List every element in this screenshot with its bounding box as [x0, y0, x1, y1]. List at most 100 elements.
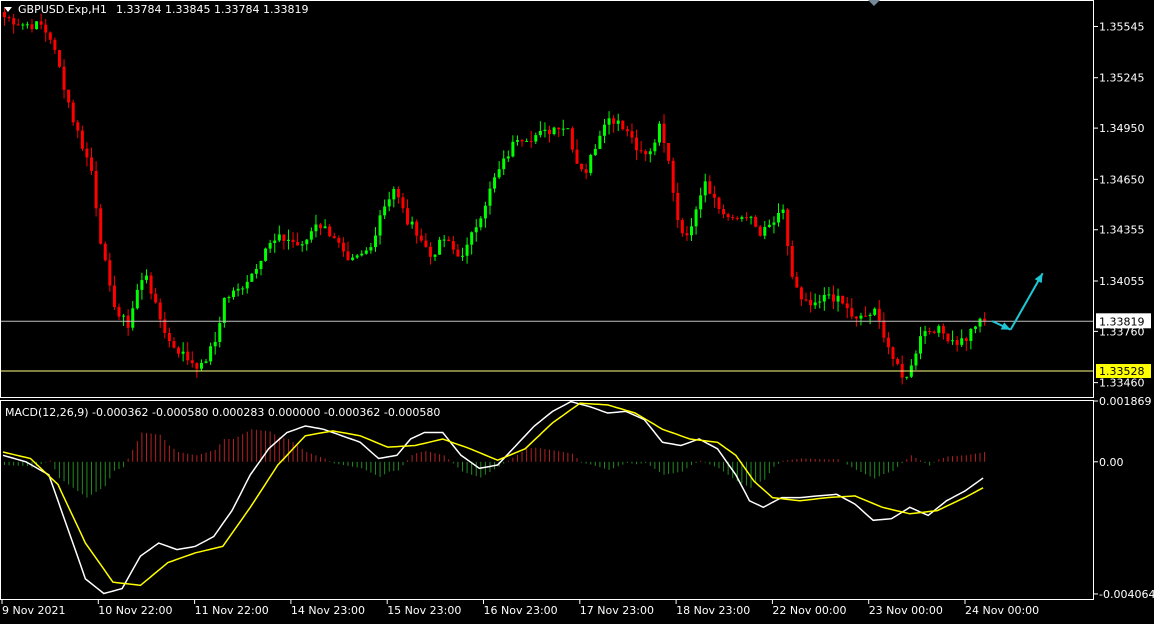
time-axis-label: 16 Nov 23:00: [484, 604, 558, 617]
candle-body: [859, 315, 863, 319]
candle-body: [905, 376, 909, 378]
candle-body: [90, 157, 94, 171]
candle-body: [474, 227, 478, 233]
time-axis-label: 9 Nov 2021: [2, 604, 65, 617]
candle-body: [781, 209, 785, 214]
candle-body: [131, 308, 135, 328]
time-axis-label: 14 Nov 23:00: [291, 604, 365, 617]
candle-body: [451, 241, 455, 250]
candle-body: [589, 155, 593, 173]
candle-body: [438, 239, 442, 255]
candle-body: [149, 275, 153, 294]
candle-body: [813, 302, 817, 306]
candle-body: [35, 21, 39, 30]
candle-body: [67, 89, 71, 103]
candle-body: [406, 208, 410, 225]
candle-body: [593, 148, 597, 156]
candle-body: [566, 128, 570, 130]
candle-body: [722, 209, 726, 215]
candle-body: [144, 275, 148, 281]
candle-body: [602, 124, 606, 136]
candle-body: [877, 308, 881, 321]
candle-body: [575, 149, 579, 164]
candle-body: [410, 221, 414, 225]
candle-body: [62, 66, 66, 90]
candle-body: [76, 122, 80, 131]
candle-body: [671, 160, 675, 193]
candle-body: [199, 362, 203, 369]
candle-body: [552, 127, 556, 135]
candle-body: [703, 181, 707, 196]
candle-body: [717, 197, 721, 210]
candle-body: [648, 151, 652, 155]
candle-body: [461, 255, 464, 257]
candle-body: [112, 285, 116, 308]
candle-body: [433, 254, 437, 257]
macd-axis-label: 0.00: [1099, 456, 1124, 469]
candle-body: [286, 239, 290, 241]
candle-body: [946, 333, 950, 342]
candle-body: [941, 326, 945, 334]
candle-body: [424, 240, 428, 247]
candle-body: [232, 290, 235, 298]
candle-body: [259, 260, 263, 269]
candle-body: [314, 224, 318, 232]
candle-body: [799, 287, 803, 300]
candle-body: [53, 39, 57, 51]
candle-body: [767, 224, 771, 228]
candle-body: [7, 17, 11, 19]
candle-body: [456, 249, 460, 257]
candle-body: [685, 233, 689, 236]
candle-body: [630, 131, 634, 138]
candle-body: [167, 332, 171, 342]
time-axis-label: 10 Nov 22:00: [98, 604, 172, 617]
candle-body: [264, 248, 268, 261]
candle-body: [964, 338, 968, 341]
candle-body: [108, 260, 112, 286]
chart-ohlc: 1.33784 1.33845 1.33784 1.33819: [116, 3, 308, 16]
price-axis-label: 1.35245: [1099, 72, 1145, 85]
candle-body: [378, 215, 382, 236]
candle-body: [190, 360, 194, 364]
candle-body: [341, 242, 345, 252]
candle-body: [373, 235, 377, 248]
candle-body: [955, 340, 959, 345]
candle-body: [328, 226, 332, 237]
candle-body: [873, 308, 877, 315]
price-axis-label: 1.34055: [1099, 275, 1145, 288]
candle-body: [227, 297, 231, 299]
candle-body: [158, 302, 162, 320]
candle-body: [80, 130, 84, 149]
candle-body: [364, 250, 368, 254]
candle-body: [515, 140, 519, 142]
candle-body: [497, 169, 501, 178]
candle-body: [488, 188, 492, 206]
candle-body: [502, 158, 506, 170]
candle-body: [662, 123, 666, 143]
candle-body: [882, 320, 886, 338]
candle-body: [749, 216, 753, 218]
candle-body: [447, 239, 451, 242]
candle-body: [355, 255, 359, 258]
candle-body: [795, 276, 799, 288]
candle-body: [827, 294, 831, 296]
candle-body: [854, 316, 858, 319]
candle-body: [282, 234, 286, 241]
candle-body: [470, 232, 474, 245]
candle-body: [667, 142, 671, 161]
candle-body: [598, 135, 602, 149]
candle-body: [213, 341, 217, 347]
candle-body: [465, 244, 469, 256]
candle-body: [580, 163, 584, 170]
candle-body: [323, 226, 327, 229]
candle-body: [218, 322, 222, 342]
candle-body: [396, 188, 400, 198]
candle-body: [99, 208, 103, 244]
candle-body: [841, 295, 845, 304]
candle-body: [607, 118, 611, 125]
candle-body: [241, 288, 245, 290]
candle-body: [612, 118, 616, 124]
candle-body: [973, 326, 977, 329]
candle-body: [735, 217, 739, 219]
candle-body: [3, 12, 6, 18]
